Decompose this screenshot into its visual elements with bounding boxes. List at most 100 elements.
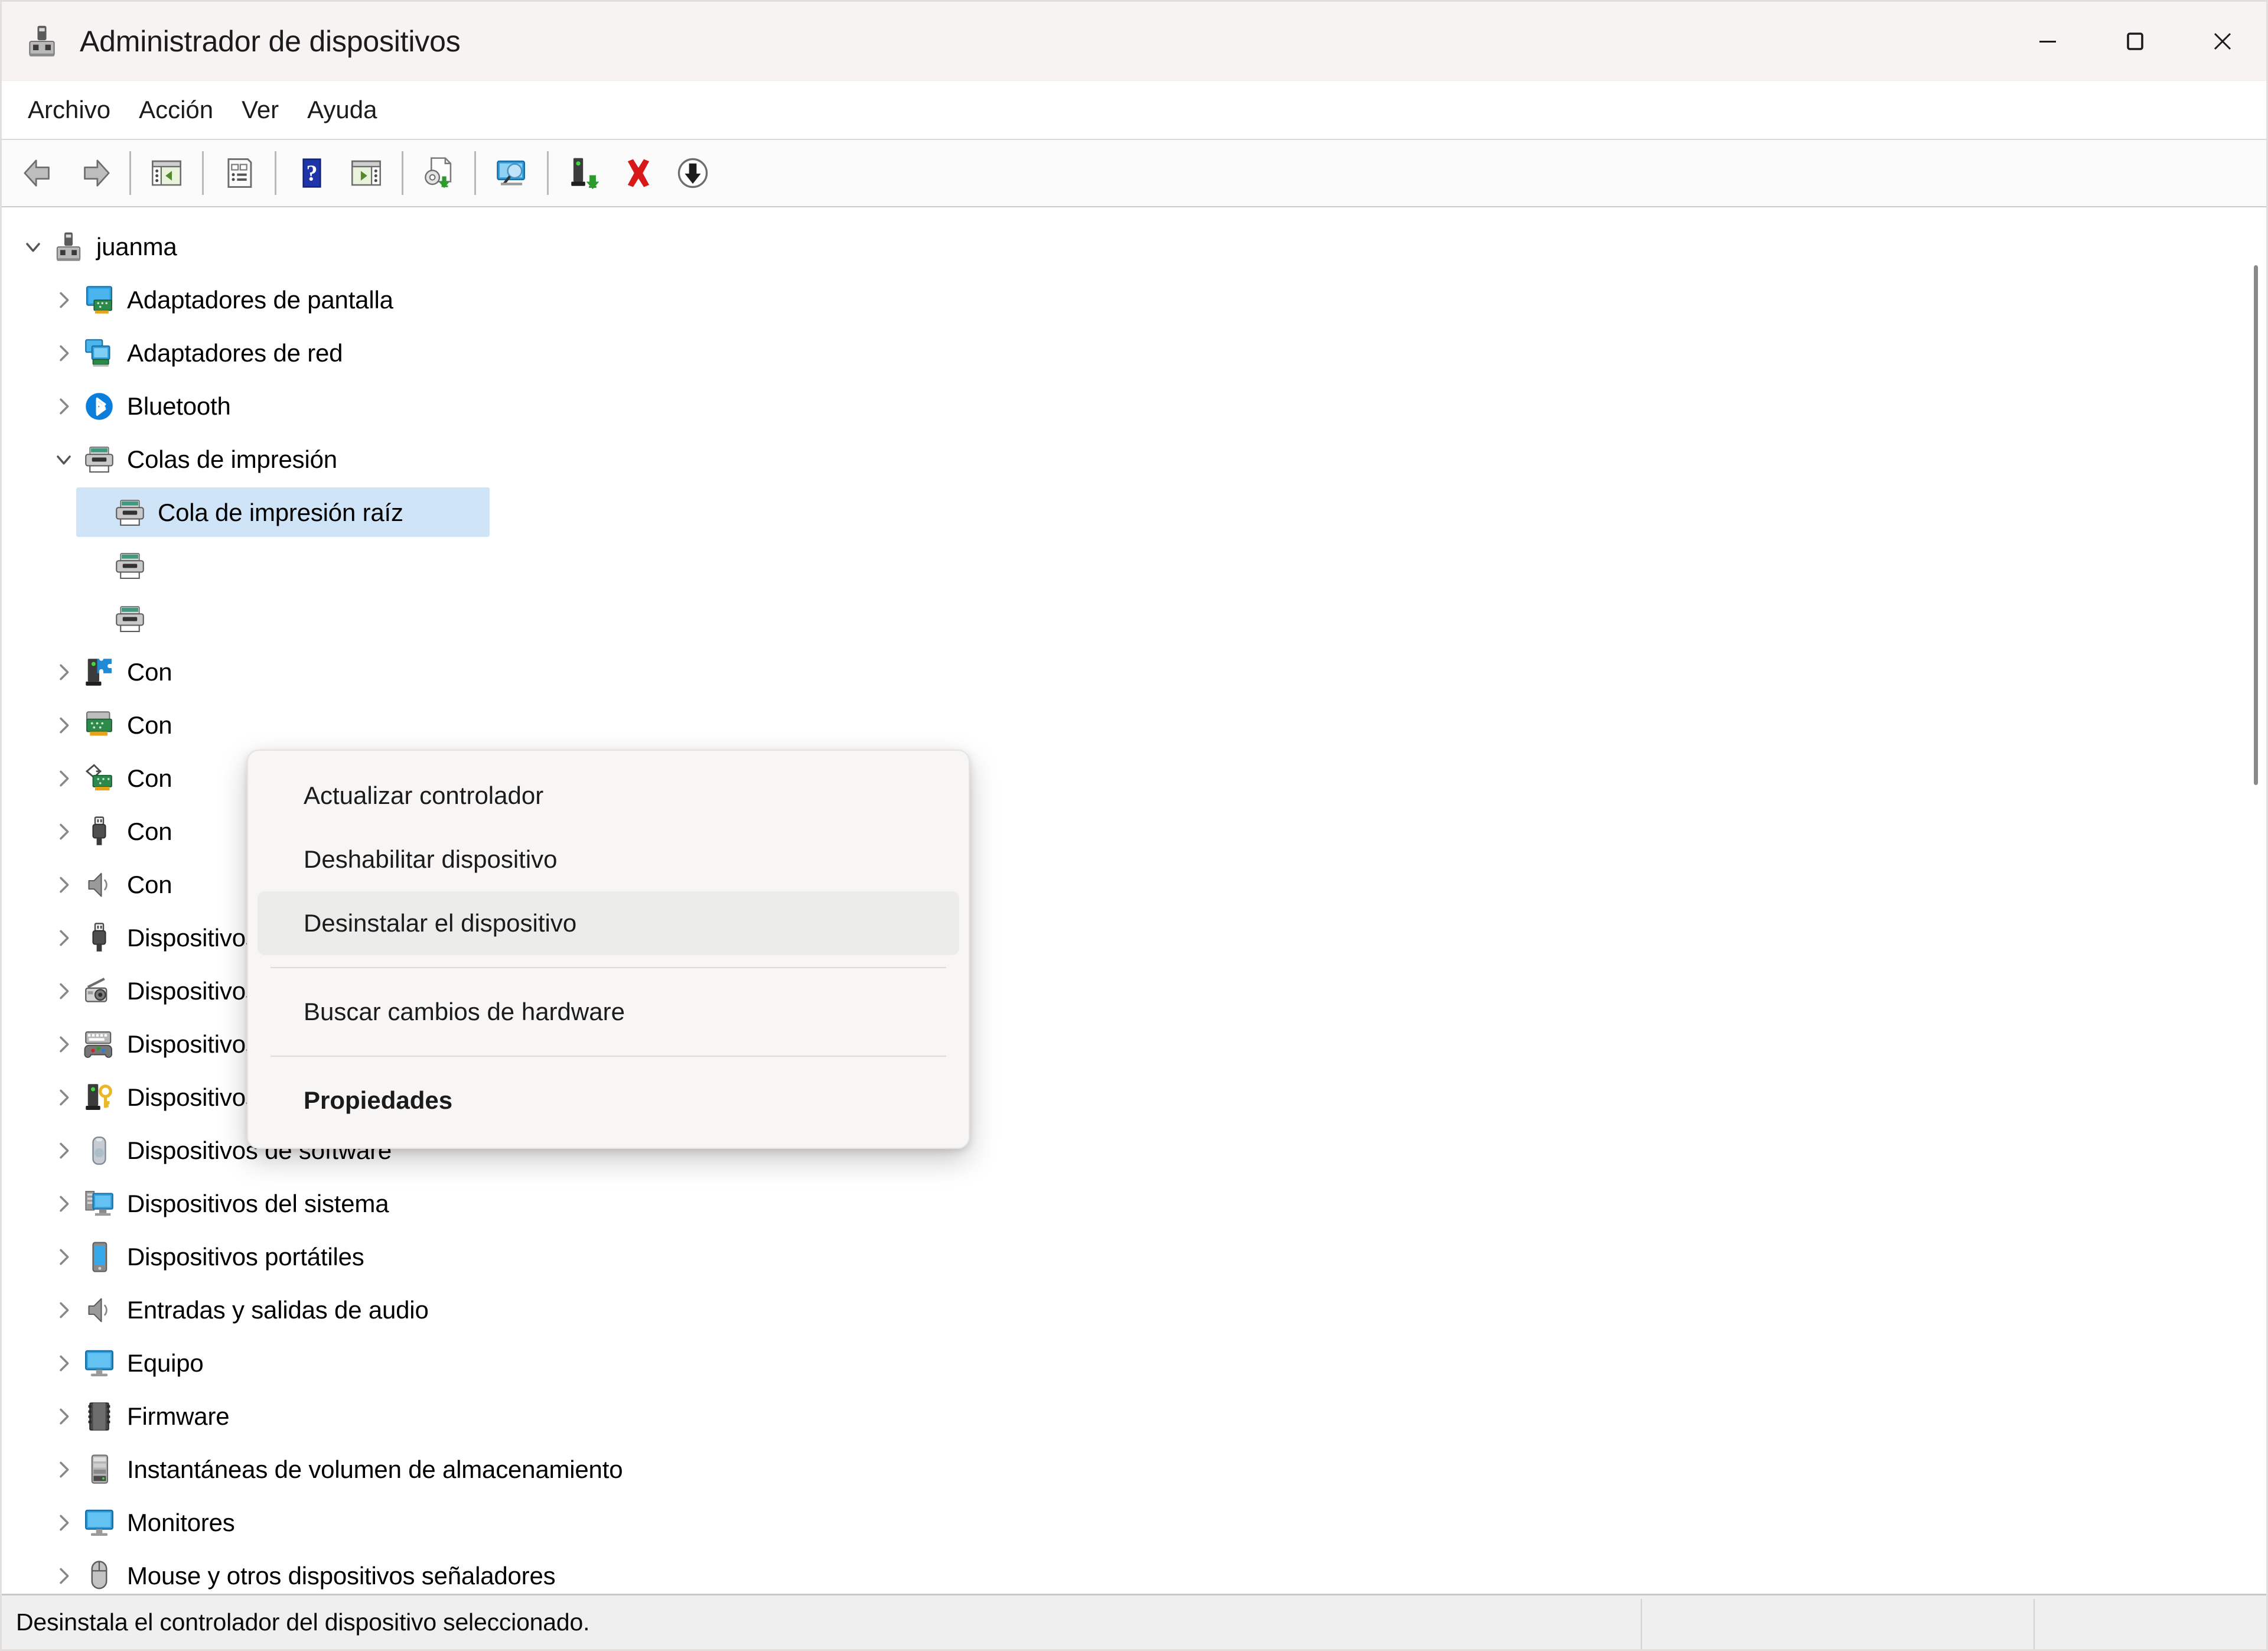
speaker-icon: [80, 1294, 119, 1327]
bluetooth-icon: [80, 390, 119, 423]
imaging-device-icon: [80, 975, 119, 1008]
statusbar-divider: [2034, 1599, 2035, 1649]
chevron-right-icon[interactable]: [48, 1458, 80, 1481]
menu-accion[interactable]: Acción: [125, 90, 227, 130]
forward-arrow-icon[interactable]: [67, 146, 121, 200]
chevron-right-icon[interactable]: [48, 395, 80, 418]
window-title: Administrador de dispositivos: [80, 24, 461, 58]
context-menu-item[interactable]: Propiedades: [258, 1069, 959, 1132]
close-button[interactable]: [2179, 2, 2266, 80]
tree-row[interactable]: Cola de impresión raíz: [2, 486, 2266, 539]
tree-row-label: Equipo: [127, 1349, 204, 1378]
back-arrow-icon[interactable]: [12, 146, 67, 200]
tree-row[interactable]: Con: [2, 699, 2266, 752]
speaker-icon: [80, 868, 119, 901]
mouse-icon: [80, 1559, 119, 1593]
display-adapter-icon: [80, 284, 119, 317]
window-controls: [2004, 2, 2266, 80]
tree-row-label: Adaptadores de red: [127, 339, 343, 367]
chevron-right-icon[interactable]: [48, 979, 80, 1003]
tree-row[interactable]: Instantáneas de volumen de almacenamient…: [2, 1443, 2266, 1496]
context-menu-item[interactable]: Buscar cambios de hardware: [258, 980, 959, 1044]
minimize-button[interactable]: [2004, 2, 2091, 80]
uninstall-device-icon[interactable]: [611, 146, 666, 200]
properties-icon[interactable]: [212, 146, 266, 200]
menu-archivo[interactable]: Archivo: [14, 90, 125, 130]
toolbar-separator: [275, 151, 276, 195]
update-driver-icon[interactable]: [412, 146, 466, 200]
chevron-right-icon[interactable]: [48, 1033, 80, 1056]
chevron-right-icon[interactable]: [48, 288, 80, 312]
tree-row[interactable]: Mouse y otros dispositivos señaladores: [2, 1549, 2266, 1594]
download-icon[interactable]: [666, 146, 720, 200]
chevron-right-icon[interactable]: [48, 1192, 80, 1216]
tree-row[interactable]: Entradas y salidas de audio: [2, 1284, 2266, 1337]
tree-row-label: Con: [127, 871, 172, 899]
chevron-right-icon[interactable]: [48, 1511, 80, 1535]
scan-hardware-changes-icon[interactable]: [484, 146, 539, 200]
maximize-button[interactable]: [2091, 2, 2179, 80]
chevron-right-icon[interactable]: [48, 714, 80, 737]
chevron-right-icon[interactable]: [48, 1564, 80, 1588]
chevron-right-icon[interactable]: [48, 1405, 80, 1428]
context-menu-item[interactable]: Actualizar controlador: [258, 764, 959, 828]
titlebar: Administrador de dispositivos: [2, 2, 2266, 81]
chevron-right-icon[interactable]: [48, 341, 80, 365]
chevron-right-icon[interactable]: [48, 767, 80, 790]
chevron-right-icon[interactable]: [48, 1139, 80, 1162]
chevron-right-icon[interactable]: [48, 1245, 80, 1269]
tree-row[interactable]: Con: [2, 646, 2266, 699]
monitor-icon: [80, 1506, 119, 1539]
usb-icon: [80, 921, 119, 955]
device-tree-panel: juanma Adaptadores de pantalla Adaptadores…: [2, 207, 2266, 1594]
security-device-icon: [80, 1081, 119, 1114]
chevron-right-icon[interactable]: [48, 660, 80, 684]
printer-icon: [110, 603, 149, 636]
tree-row[interactable]: Monitores: [2, 1496, 2266, 1549]
tree-row-label: Con: [127, 764, 172, 793]
tree-row[interactable]: [2, 539, 2266, 592]
context-menu-item[interactable]: Deshabilitar dispositivo: [258, 828, 959, 891]
scrollbar-thumb[interactable]: [2254, 265, 2258, 785]
portable-device-icon: [80, 1240, 119, 1274]
context-menu[interactable]: Actualizar controladorDeshabilitar dispo…: [247, 750, 970, 1149]
tree-row[interactable]: juanma: [2, 220, 2266, 273]
network-adapter-icon: [80, 337, 119, 370]
enable-device-icon[interactable]: [557, 146, 611, 200]
tree-row[interactable]: Firmware: [2, 1390, 2266, 1443]
tree-row[interactable]: Adaptadores de red: [2, 327, 2266, 380]
software-device-icon: [80, 1134, 119, 1167]
vertical-scrollbar[interactable]: [2246, 218, 2263, 1591]
menu-ver[interactable]: Ver: [227, 90, 293, 130]
show-hide-action-pane-icon[interactable]: [339, 146, 393, 200]
chevron-down-icon[interactable]: [17, 235, 49, 259]
printer-icon: [80, 443, 119, 476]
chevron-right-icon[interactable]: [48, 873, 80, 897]
svg-text:?: ?: [306, 161, 317, 186]
help-icon[interactable]: ?: [285, 146, 339, 200]
context-menu-item[interactable]: Desinstalar el dispositivo: [258, 891, 959, 955]
tree-row-label: Bluetooth: [127, 392, 231, 421]
tree-row-label: Instantáneas de volumen de almacenamient…: [127, 1455, 623, 1484]
tree-row-label: Con: [127, 658, 172, 686]
tree-row[interactable]: Dispositivos del sistema: [2, 1177, 2266, 1230]
chevron-right-icon[interactable]: [48, 1298, 80, 1322]
chevron-down-icon[interactable]: [48, 448, 80, 471]
firmware-icon: [80, 1400, 119, 1433]
tree-row[interactable]: Adaptadores de pantalla: [2, 273, 2266, 327]
chevron-right-icon[interactable]: [48, 1352, 80, 1375]
tree-row[interactable]: Colas de impresión: [2, 433, 2266, 486]
tree-row[interactable]: Dispositivos portátiles: [2, 1230, 2266, 1284]
chevron-right-icon[interactable]: [48, 820, 80, 844]
tree-row-label: Mouse y otros dispositivos señaladores: [127, 1562, 555, 1590]
chevron-right-icon[interactable]: [48, 1086, 80, 1109]
show-hide-console-tree-icon[interactable]: [139, 146, 194, 200]
tree-row[interactable]: [2, 592, 2266, 646]
menu-ayuda[interactable]: Ayuda: [293, 90, 391, 130]
tree-row[interactable]: Equipo: [2, 1337, 2266, 1390]
ide-controller-icon: [80, 762, 119, 795]
tree-row-label: Adaptadores de pantalla: [127, 286, 393, 314]
chevron-right-icon[interactable]: [48, 926, 80, 950]
tree-row[interactable]: Bluetooth: [2, 380, 2266, 433]
printer-icon: [110, 496, 149, 529]
